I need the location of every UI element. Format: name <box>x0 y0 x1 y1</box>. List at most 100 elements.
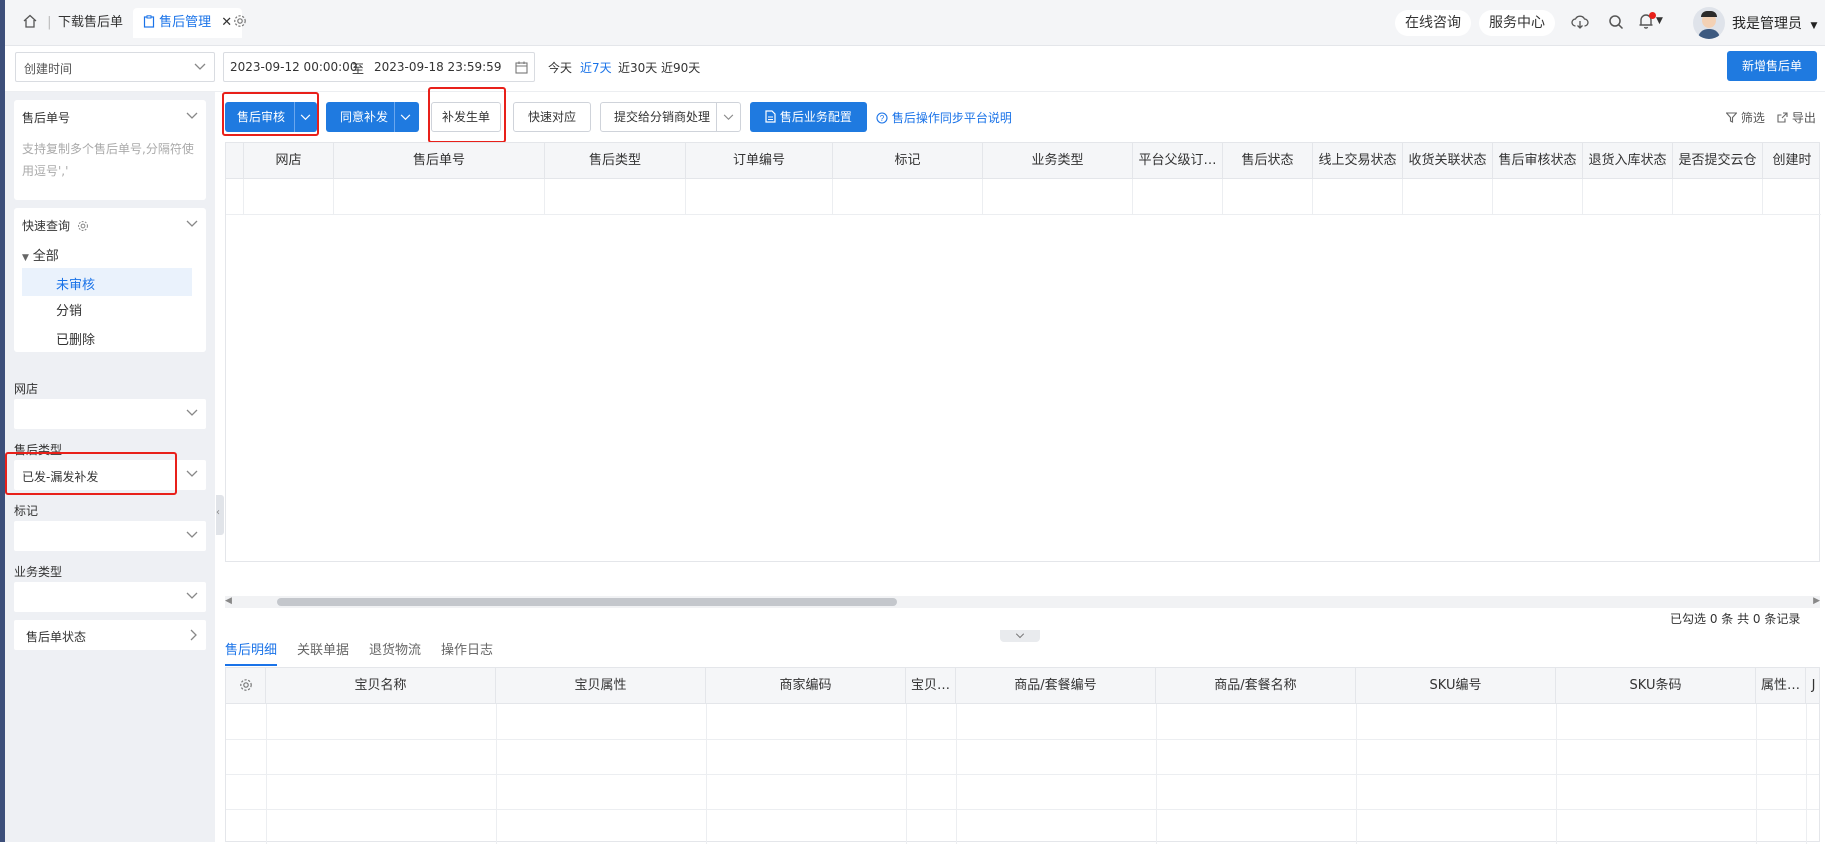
chevron-down-icon <box>186 531 198 538</box>
sync-help-link[interactable]: ? 售后操作同步平台说明 <box>876 109 1012 126</box>
tab-related-docs[interactable]: 关联单据 <box>297 636 349 666</box>
submit-distributor-button[interactable]: 提交给分销商处理 <box>600 102 741 132</box>
export-label: 导出 <box>1791 111 1816 125</box>
tab-aftersale-manage[interactable]: 售后管理 ✕ <box>133 8 243 38</box>
col-return-status[interactable]: 退货入库状态 <box>1583 143 1673 179</box>
biz-config-button[interactable]: 售后业务配置 <box>750 102 867 132</box>
funnel-icon <box>1725 112 1738 123</box>
tab-operation-log[interactable]: 操作日志 <box>441 636 493 666</box>
chevron-down-icon[interactable] <box>400 114 411 121</box>
agree-reissue-button[interactable]: 同意补发 <box>326 102 419 132</box>
biz-type-select[interactable] <box>14 582 206 612</box>
chevron-down-icon[interactable] <box>723 114 734 121</box>
tree-node-all[interactable]: ▼ 全部 <box>22 245 59 264</box>
quick-match-button[interactable]: 快速对应 <box>513 102 591 132</box>
header-checkbox-cell[interactable] <box>226 143 244 179</box>
horizontal-scrollbar[interactable]: ◀ ▶ <box>225 596 1820 608</box>
chevron-down-icon <box>1015 633 1025 639</box>
search-icon[interactable] <box>1608 14 1624 30</box>
tree-node-deleted[interactable]: 已删除 <box>56 329 95 348</box>
col-shop[interactable]: 网店 <box>244 143 334 179</box>
clipboard-icon <box>143 15 155 28</box>
cloud-download-icon[interactable] <box>1571 14 1589 30</box>
notification-bell[interactable]: ▼ <box>1638 12 1666 32</box>
avatar[interactable] <box>1693 7 1725 39</box>
highlight-box-audit <box>222 92 319 136</box>
tab-download-aftersale[interactable]: 下载售后单 <box>58 8 123 38</box>
tree-node-distribution[interactable]: 分销 <box>56 300 82 319</box>
service-center-button[interactable]: 服务中心 <box>1479 10 1555 36</box>
sync-help-label: 售后操作同步平台说明 <box>891 111 1012 125</box>
new-aftersale-button[interactable]: 新增售后单 <box>1727 51 1817 81</box>
col-product-name[interactable]: 商品/套餐名称 <box>1156 668 1356 704</box>
biz-type-label: 业务类型 <box>14 565 63 579</box>
col-item-attr[interactable]: 宝贝属性 <box>496 668 706 704</box>
quick-30days[interactable]: 近30天 <box>618 59 657 76</box>
chevron-down-icon[interactable] <box>186 220 198 228</box>
col-status[interactable]: 售后状态 <box>1223 143 1313 179</box>
col-mark[interactable]: 标记 <box>833 143 983 179</box>
col-cloud-submit[interactable]: 是否提交云仓 <box>1673 143 1763 179</box>
table-row[interactable] <box>226 179 1821 215</box>
col-audit-status[interactable]: 售后审核状态 <box>1493 143 1583 179</box>
online-consult-button[interactable]: 在线咨询 <box>1395 10 1471 36</box>
selection-summary: 已勾选 0 条 共 0 条记录 <box>1670 612 1801 626</box>
tree-node-label: 未审核 <box>56 278 96 293</box>
col-sku-no[interactable]: SKU编号 <box>1356 668 1556 704</box>
col-item-short[interactable]: 宝贝… <box>906 668 956 704</box>
time-field-value: 创建时间 <box>24 62 73 76</box>
panel-toggle-handle[interactable] <box>1000 630 1040 642</box>
shop-select[interactable] <box>14 399 206 429</box>
col-item-name[interactable]: 宝贝名称 <box>266 668 496 704</box>
col-trade-no[interactable]: 订单编号 <box>686 143 833 179</box>
col-attr-short[interactable]: 属性… <box>1756 668 1806 704</box>
col-divider <box>1556 704 1557 844</box>
export-button[interactable]: 导出 <box>1777 109 1823 126</box>
user-menu[interactable]: 我是管理员 ▼ <box>1732 13 1817 33</box>
time-field-select[interactable]: 创建时间 <box>15 52 215 82</box>
column-settings-cell[interactable] <box>226 668 266 704</box>
filter-label: 筛选 <box>1740 111 1765 125</box>
scroll-right-arrow[interactable]: ▶ <box>1813 596 1820 606</box>
close-icon[interactable]: ✕ <box>221 15 232 30</box>
scroll-thumb[interactable] <box>277 598 897 606</box>
col-online-status[interactable]: 线上交易状态 <box>1313 143 1403 179</box>
mark-select[interactable] <box>14 521 206 551</box>
tab-return-logistics[interactable]: 退货物流 <box>369 636 421 666</box>
status-filter[interactable]: 售后单状态 <box>14 620 206 650</box>
caret-down-icon: ▼ <box>1656 16 1663 26</box>
col-divider <box>956 704 957 844</box>
filter-button[interactable]: 筛选 <box>1725 109 1765 126</box>
col-product-no[interactable]: 商品/套餐编号 <box>956 668 1156 704</box>
col-type[interactable]: 售后类型 <box>545 143 686 179</box>
col-divider <box>1356 704 1357 844</box>
quick-7days[interactable]: 近7天 <box>580 59 612 76</box>
quick-today[interactable]: 今天 <box>548 59 572 76</box>
row-divider <box>226 809 1819 810</box>
sidebar: 售后单号 支持复制多个售后单号,分隔符使用逗号',' 快速查询 ▼ 全部 未审核… <box>5 92 215 842</box>
aftersale-table: 网店 售后单号 售后类型 订单编号 标记 业务类型 平台父级订… 售后状态 线上… <box>225 142 1821 562</box>
col-parent-order[interactable]: 平台父级订… <box>1133 143 1223 179</box>
date-range-picker[interactable]: 2023-09-12 00:00:00 至 2023-09-18 23:59:5… <box>223 52 535 82</box>
chevron-left-icon: ‹ <box>216 507 220 518</box>
col-receive-status[interactable]: 收货关联状态 <box>1403 143 1493 179</box>
col-more[interactable]: J <box>1806 668 1821 704</box>
chevron-down-icon[interactable] <box>186 112 198 120</box>
gear-icon[interactable] <box>77 220 89 232</box>
chevron-down-icon <box>186 409 198 416</box>
home-tab[interactable]: | <box>23 8 52 38</box>
quick-90days[interactable]: 近90天 <box>661 59 700 76</box>
scroll-left-arrow[interactable]: ◀ <box>225 596 232 606</box>
tree-node-unaudited[interactable]: 未审核 <box>22 268 192 296</box>
tab-settings[interactable] <box>233 8 247 38</box>
col-merchant-code[interactable]: 商家编码 <box>706 668 906 704</box>
order-no-input[interactable]: 支持复制多个售后单号,分隔符使用逗号',' <box>22 138 198 182</box>
submit-dist-label: 提交给分销商处理 <box>614 110 711 124</box>
sidebar-collapse-handle[interactable]: ‹ <box>216 495 224 535</box>
start-date: 2023-09-12 00:00:00 <box>230 60 358 74</box>
col-biz-type[interactable]: 业务类型 <box>983 143 1133 179</box>
col-sku-barcode[interactable]: SKU条码 <box>1556 668 1756 704</box>
tab-aftersale-detail[interactable]: 售后明细 <box>225 636 278 666</box>
col-order-no[interactable]: 售后单号 <box>334 143 545 179</box>
col-created[interactable]: 创建时 <box>1763 143 1821 179</box>
